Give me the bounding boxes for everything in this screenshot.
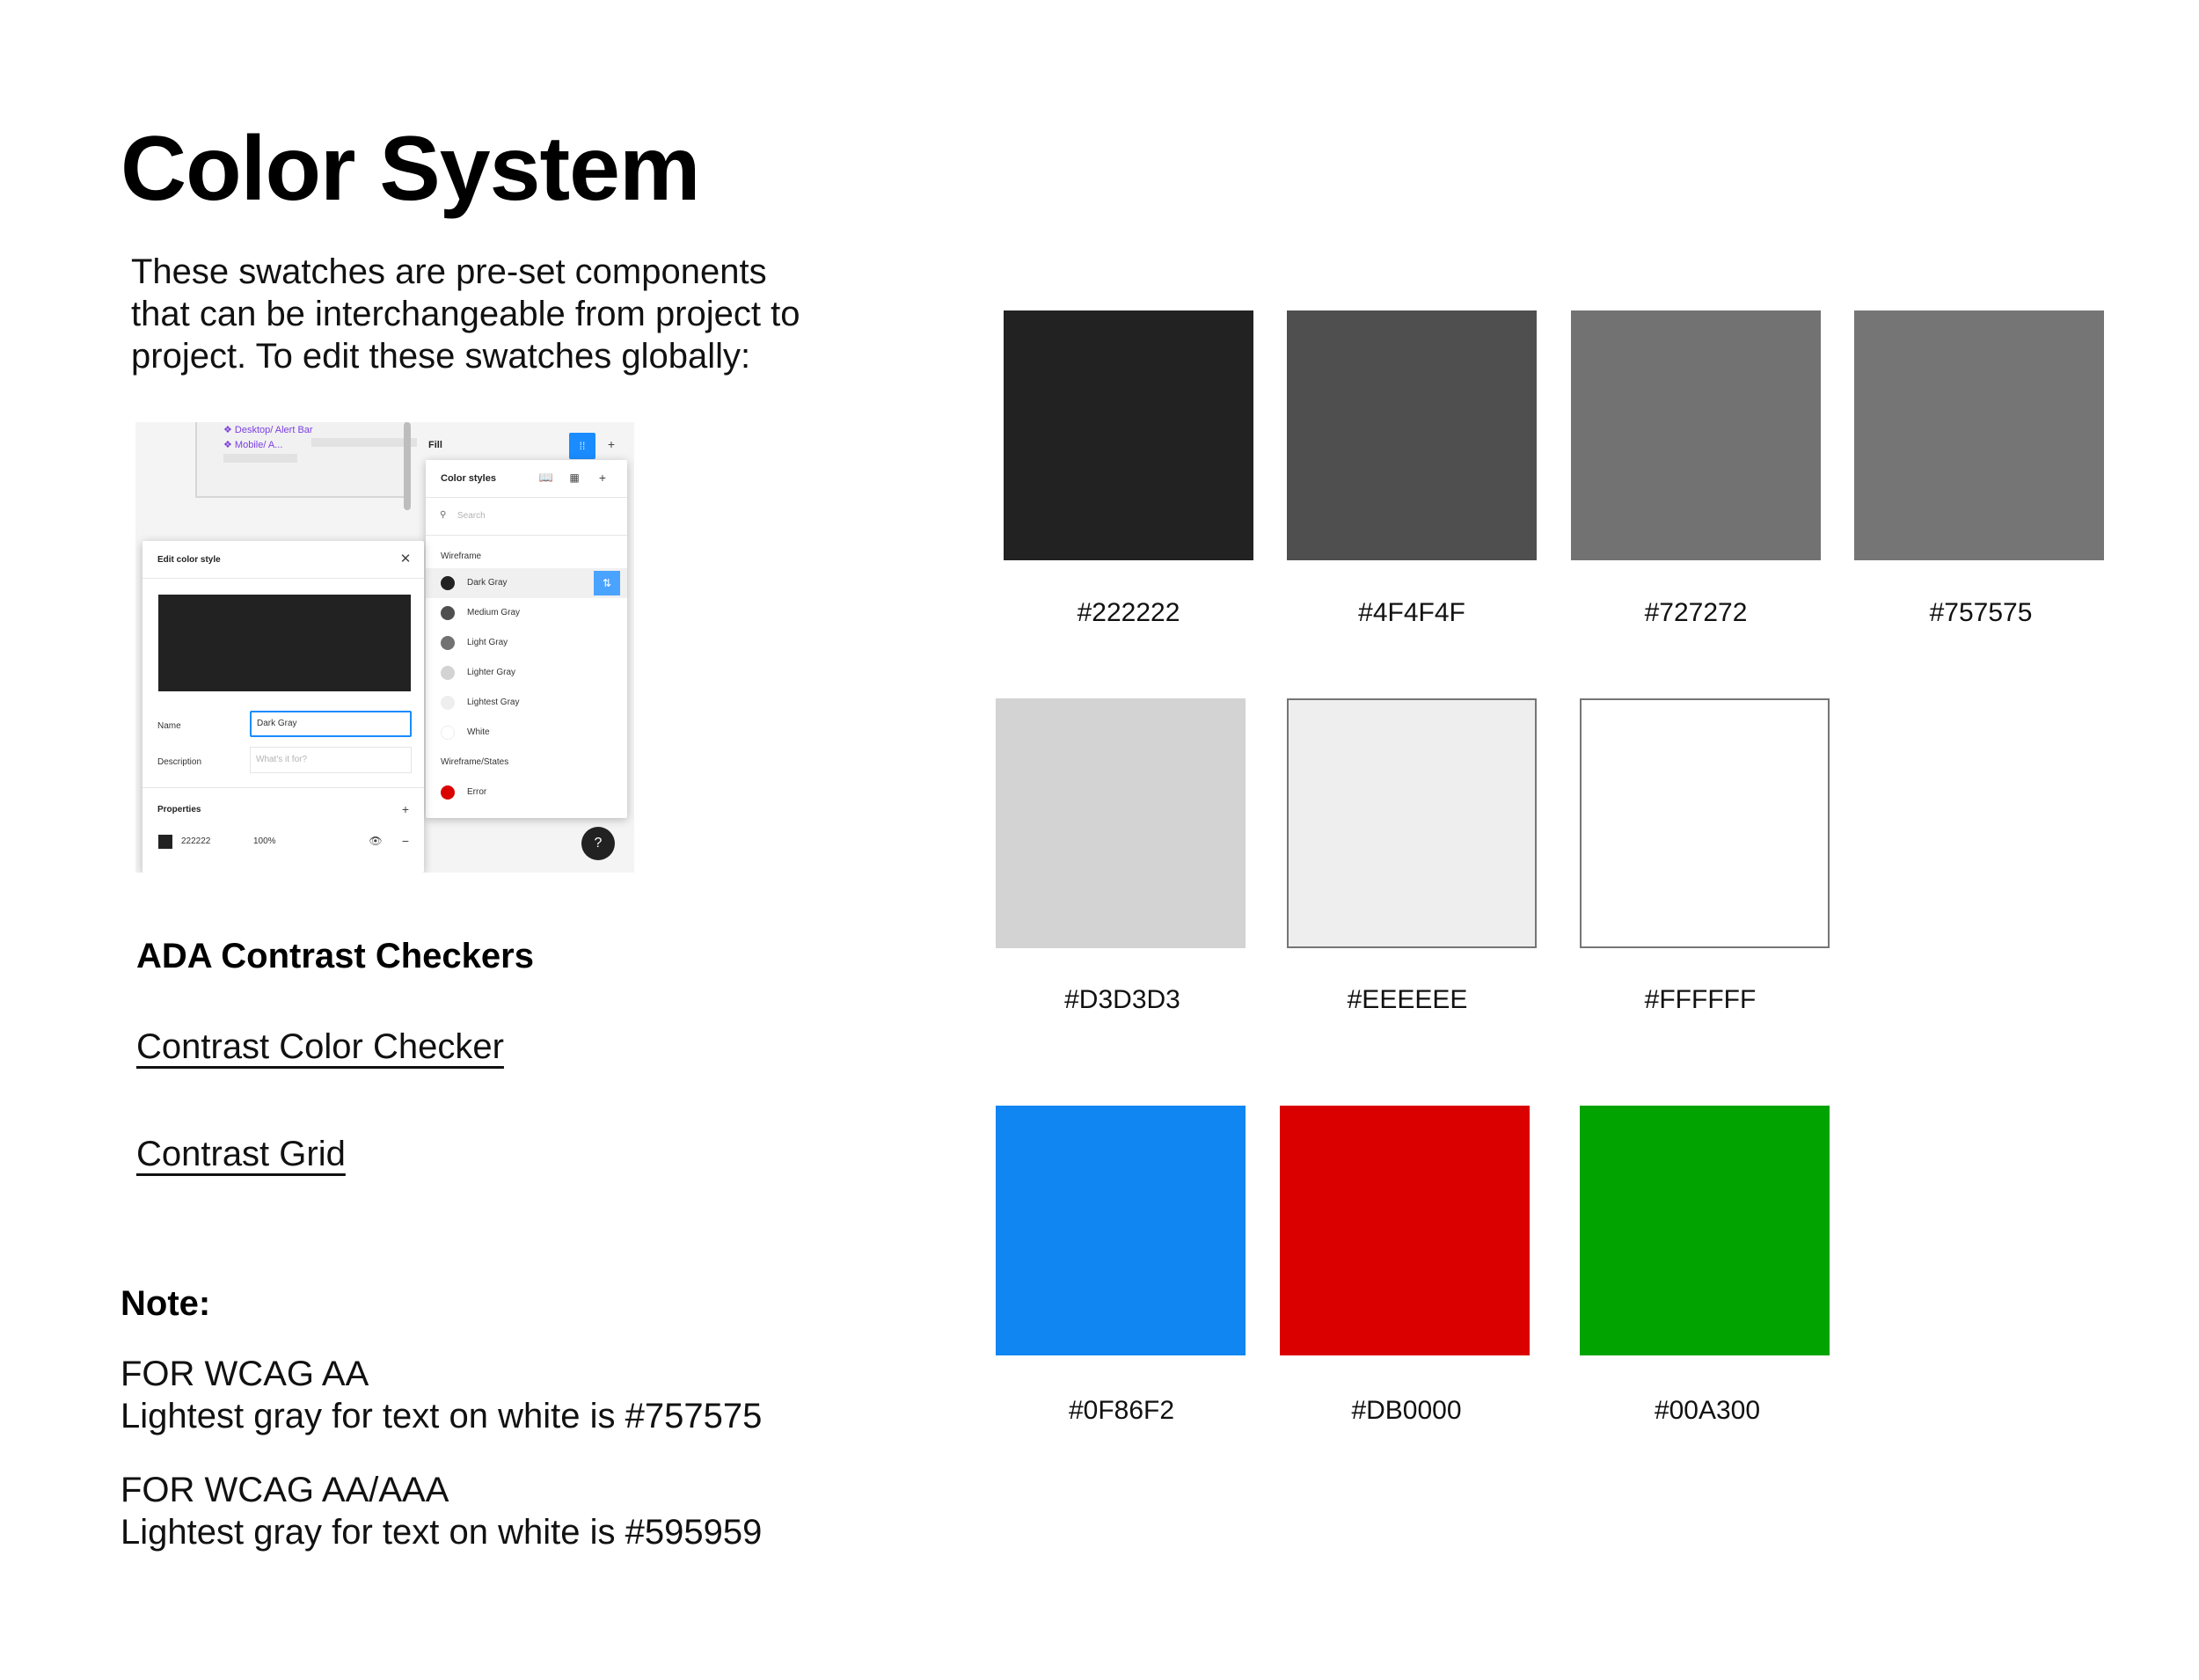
layer-bar: [311, 438, 417, 447]
intro-line: project. To edit these swatches globally…: [131, 337, 751, 376]
name-label: Name: [157, 721, 181, 731]
color-dot: [441, 636, 455, 650]
style-item[interactable]: White: [467, 727, 490, 737]
figma-color-styles-screenshot: ❖ Desktop/ Alert Bar ❖ Mobile/ A... Fill…: [135, 422, 634, 873]
color-styles-panel: Color styles 📖 ▦ + ⚲ Search Wireframe ⇅ …: [426, 460, 627, 818]
search-icon: ⚲: [440, 510, 447, 520]
ada-heading: ADA Contrast Checkers: [136, 937, 534, 975]
color-dot: [441, 785, 455, 800]
contrast-color-checker-link[interactable]: Contrast Color Checker: [136, 1027, 504, 1067]
color-swatch: [1287, 310, 1537, 560]
note-aa-text: Lightest gray for text on white is #7575…: [121, 1397, 763, 1435]
color-dot: [441, 576, 455, 590]
divider: [426, 535, 627, 536]
fill-label: Fill: [428, 440, 442, 450]
swatch-label: #D3D3D3: [1064, 985, 1180, 1014]
contrast-grid-link[interactable]: Contrast Grid: [136, 1135, 346, 1174]
group-label-wireframe: Wireframe: [441, 551, 482, 561]
swatch-label: #757575: [1929, 598, 2033, 627]
property-hex[interactable]: 222222: [181, 836, 210, 846]
note-aaa: FOR WCAG AA/AAA Lightest gray for text o…: [121, 1469, 762, 1553]
style-item[interactable]: Error: [467, 787, 486, 797]
close-icon[interactable]: ✕: [398, 551, 413, 567]
style-item[interactable]: Lighter Gray: [467, 668, 515, 677]
intro-line: These swatches are pre-set components: [131, 252, 767, 291]
library-icon[interactable]: 📖: [538, 470, 554, 486]
note-aaa-text: Lightest gray for text on white is #5959…: [121, 1513, 763, 1552]
color-swatch: [1571, 310, 1821, 560]
edit-color-style-panel: Edit color style ✕ Name Dark Gray Descri…: [142, 541, 424, 873]
style-item[interactable]: Lightest Gray: [467, 698, 519, 707]
note-aa: FOR WCAG AA Lightest gray for text on wh…: [121, 1353, 762, 1437]
description-field[interactable]: What's it for?: [250, 747, 412, 773]
color-dot: [441, 726, 455, 740]
intro-line: that can be interchangeable from project…: [131, 295, 800, 333]
swatch-label: #FFFFFF: [1644, 985, 1757, 1014]
swatch-label: #00A300: [1654, 1396, 1761, 1425]
color-styles-title: Color styles: [441, 473, 496, 484]
group-label-states: Wireframe/States: [441, 757, 509, 767]
style-item[interactable]: Light Gray: [467, 638, 508, 647]
note-heading: Note:: [121, 1284, 211, 1323]
color-swatch: [1580, 1106, 1830, 1355]
grid-view-icon[interactable]: ▦: [566, 470, 582, 486]
note-aa-title: FOR WCAG AA: [121, 1355, 369, 1393]
color-swatch: [996, 1106, 1246, 1355]
page-title: Color System: [121, 118, 700, 220]
color-swatch: [1580, 698, 1830, 948]
property-opacity[interactable]: 100%: [253, 836, 276, 846]
color-dot: [441, 666, 455, 680]
style-grid-icon[interactable]: ⁞⁞: [569, 433, 595, 459]
intro-text: These swatches are pre-set components th…: [131, 251, 905, 377]
swatch-label: #4F4F4F: [1358, 598, 1465, 627]
color-swatch: [1004, 310, 1253, 560]
remove-icon[interactable]: −: [398, 833, 413, 849]
divider: [142, 787, 424, 788]
color-preview: [158, 595, 411, 691]
edit-style-title: Edit color style: [157, 555, 221, 565]
search-input[interactable]: Search: [457, 511, 486, 521]
description-label: Description: [157, 757, 202, 767]
swatch-label: #0F86F2: [1068, 1396, 1175, 1425]
name-field[interactable]: Dark Gray: [250, 711, 412, 737]
layer-mobile: ❖ Mobile/ A...: [223, 440, 283, 450]
layer-desktop-alert-bar: ❖ Desktop/ Alert Bar: [223, 425, 313, 435]
style-item[interactable]: Medium Gray: [467, 608, 520, 617]
note-aaa-title: FOR WCAG AA/AAA: [121, 1471, 449, 1509]
help-button[interactable]: ?: [581, 827, 615, 860]
add-property-icon[interactable]: +: [398, 801, 413, 817]
properties-label: Properties: [157, 805, 201, 814]
color-swatch: [1287, 698, 1537, 948]
swatch-label: #DB0000: [1351, 1396, 1462, 1425]
add-icon[interactable]: +: [603, 436, 619, 452]
swatch-label: #727272: [1644, 598, 1748, 627]
add-style-icon[interactable]: +: [595, 470, 610, 486]
edit-style-icon[interactable]: ⇅: [594, 571, 620, 595]
swatch-label: #EEEEEE: [1347, 985, 1468, 1014]
color-swatch: [996, 698, 1246, 948]
scrollbar[interactable]: [404, 422, 411, 510]
color-swatch: [1854, 310, 2104, 560]
property-swatch[interactable]: [158, 835, 172, 849]
color-dot: [441, 606, 455, 620]
divider: [142, 578, 424, 579]
swatch-label: #222222: [1077, 598, 1180, 627]
divider: [426, 497, 627, 498]
layer-bar: [223, 454, 297, 463]
eye-icon[interactable]: 👁: [368, 833, 384, 849]
color-dot: [441, 696, 455, 710]
style-item[interactable]: Dark Gray: [467, 578, 508, 588]
color-swatch: [1280, 1106, 1530, 1355]
